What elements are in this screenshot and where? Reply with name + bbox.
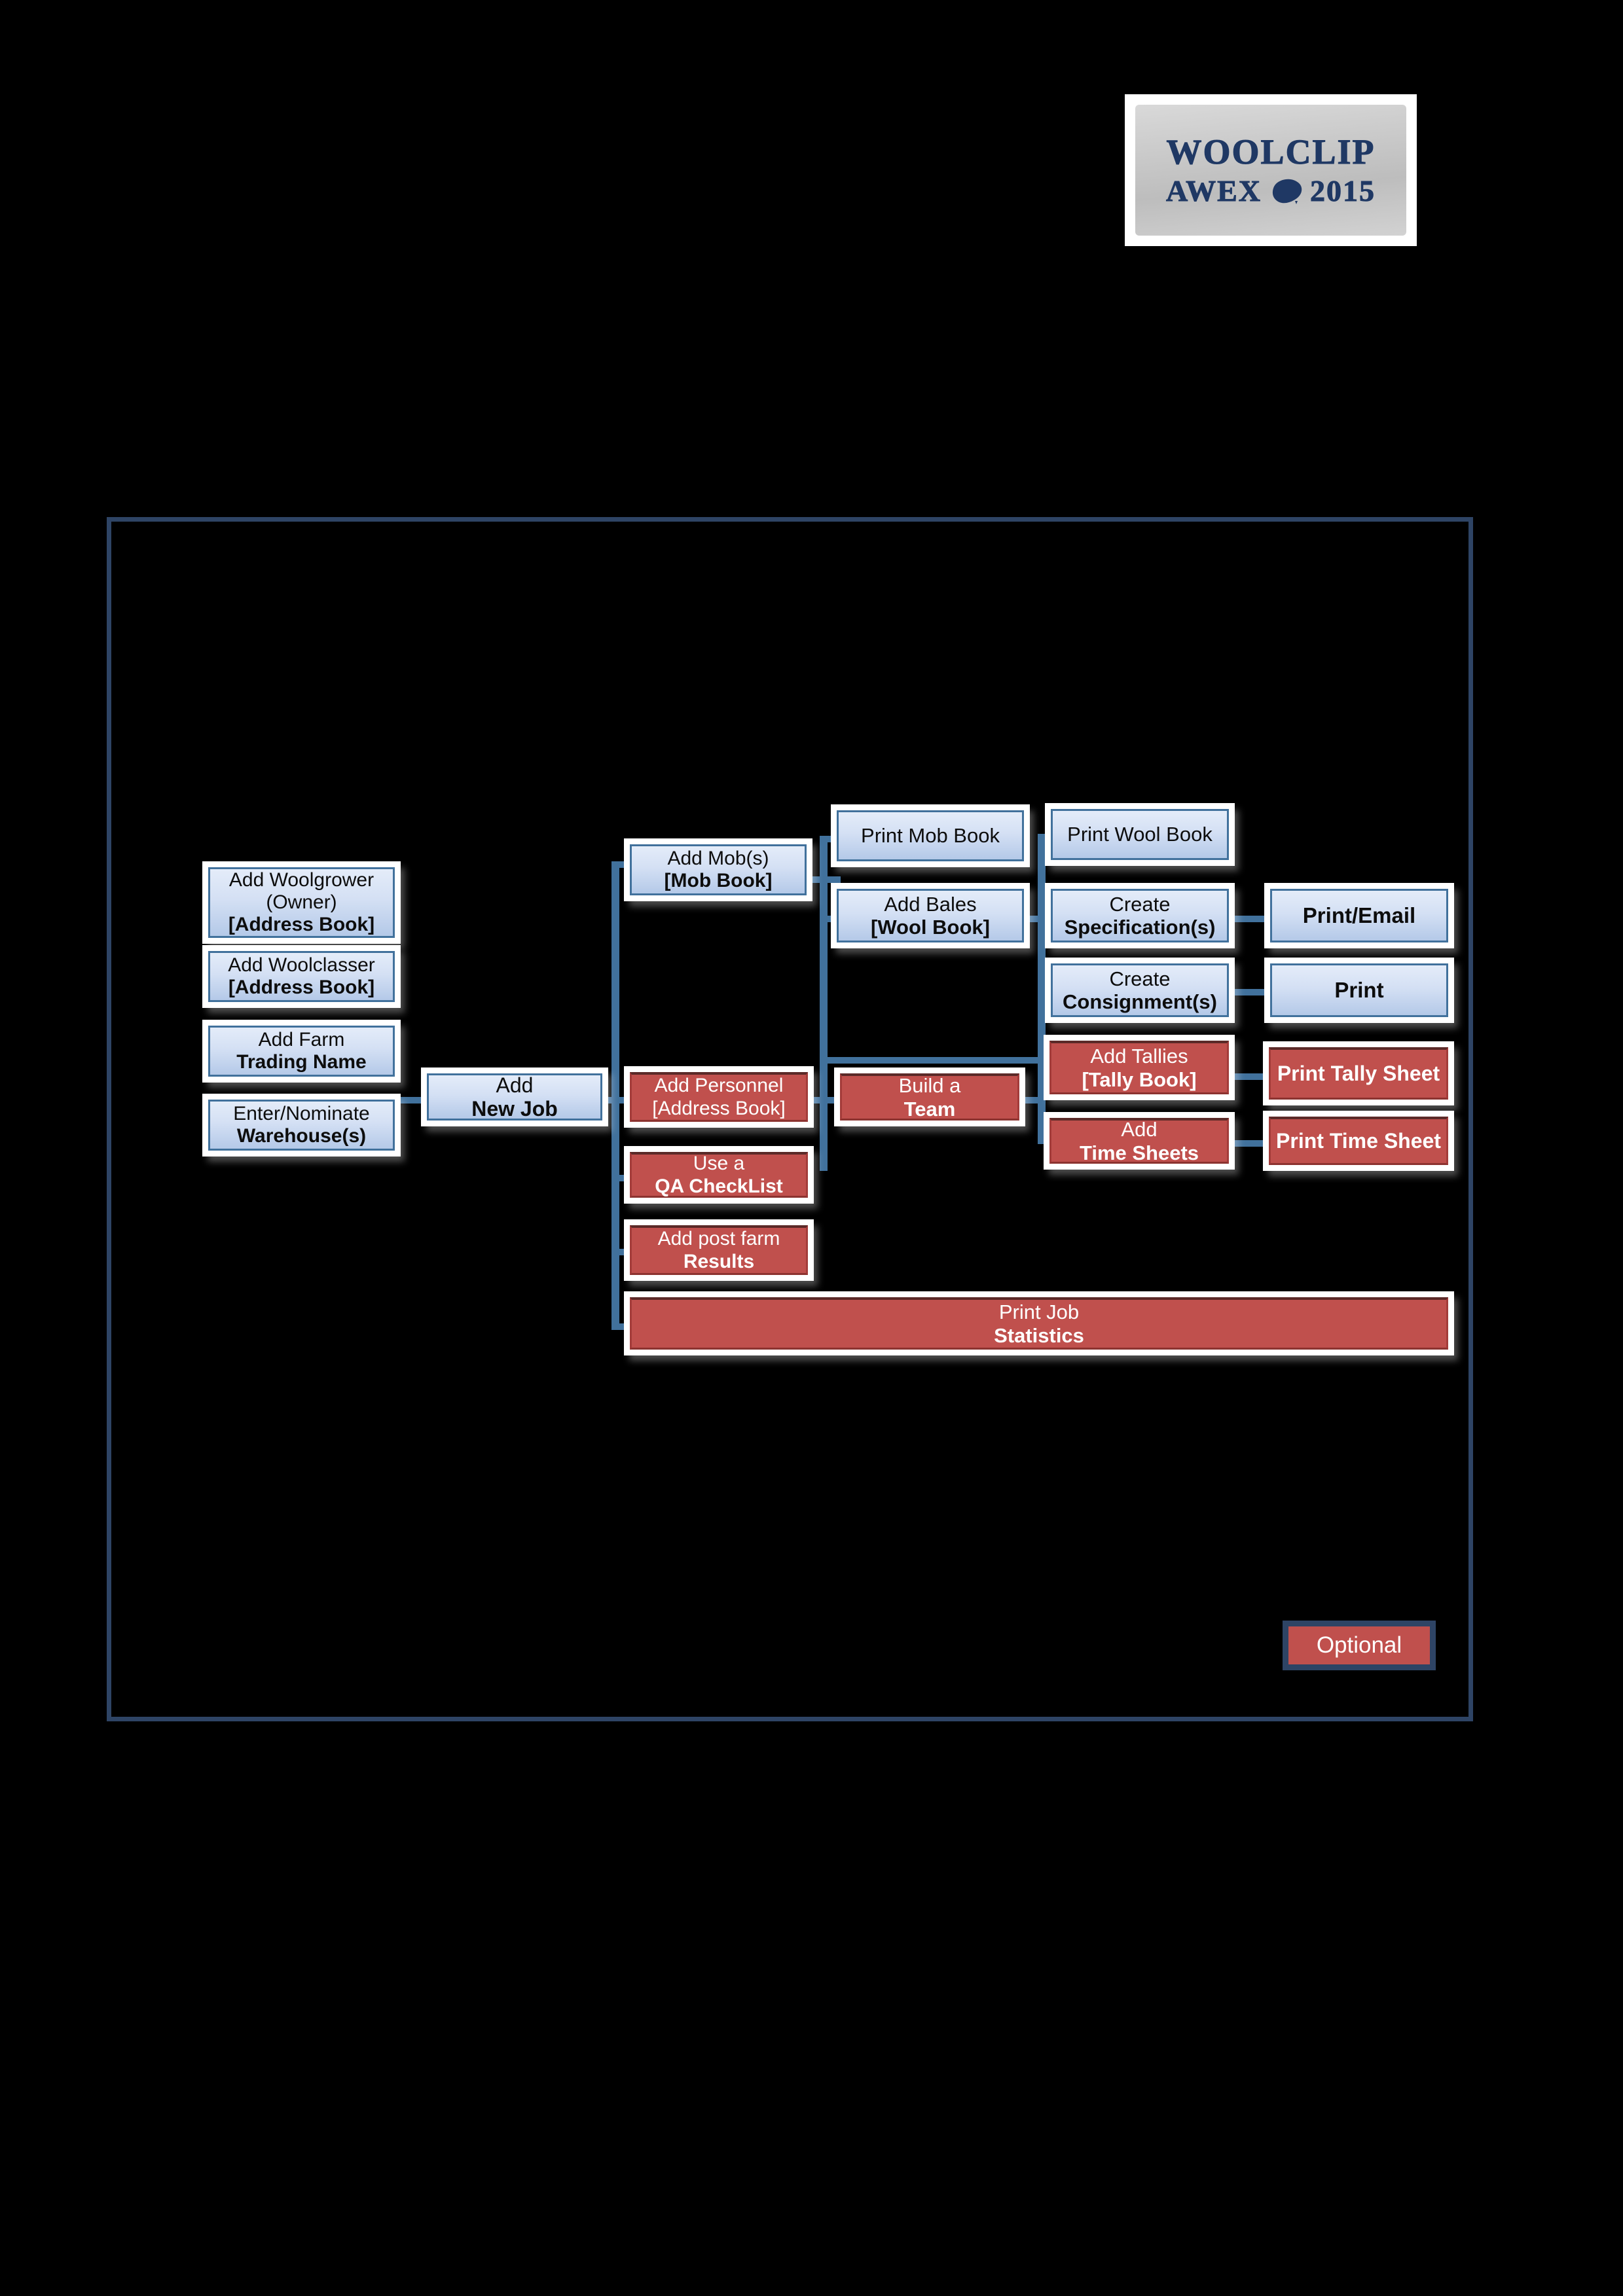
node-print-time-sheet[interactable]: Print Time Sheet [1269, 1117, 1448, 1165]
connector-personnel-to-team [807, 1097, 840, 1103]
node-print-email[interactable]: Print/Email [1270, 889, 1448, 942]
node-line: [Address Book] [228, 914, 375, 936]
australia-map-icon [1272, 179, 1302, 204]
node-line: Add Woolclasser [228, 954, 375, 976]
connector-bales-split-v [1038, 834, 1046, 1095]
logo-plate-face: WOOLCLIP AWEX 2015 [1135, 105, 1406, 236]
node-text-bold: Time Sheets [1079, 1141, 1199, 1164]
node-line: Print Job Statistics [994, 1300, 1084, 1347]
node-line: Add Bales [884, 892, 977, 916]
node-add-new-job[interactable]: Add New Job [427, 1073, 602, 1121]
node-line: Consignment(s) [1063, 990, 1217, 1013]
node-line: Print Mob Book [861, 824, 1000, 848]
node-text-plain: Add [1121, 1118, 1158, 1141]
connector-farm-to-newjob [393, 1097, 427, 1103]
connector-consignment-to-print [1231, 989, 1270, 996]
node-add-bales[interactable]: Add Bales [Wool Book] [837, 889, 1024, 942]
node-print[interactable]: Print [1270, 963, 1448, 1017]
node-line: [Wool Book] [871, 916, 990, 939]
logo-text-awex: AWEX [1165, 174, 1262, 207]
connector-mobs-down-to-tallies [820, 1057, 1054, 1064]
node-line: Add Mob(s) [667, 847, 769, 869]
connector-spec-to-printemail [1231, 916, 1270, 922]
legend-optional-label: Optional [1316, 1632, 1402, 1658]
node-line: Enter/Nominate [233, 1102, 370, 1124]
node-text-plain: Build a [898, 1074, 961, 1098]
node-line: Create [1109, 892, 1171, 916]
node-line: Print Tally Sheet [1277, 1062, 1440, 1086]
node-line: [Address Book] [228, 977, 375, 998]
node-line: Print Time Sheet [1276, 1129, 1441, 1153]
node-line: Add Tallies [1090, 1045, 1188, 1068]
node-text-bold: New Job [471, 1097, 558, 1121]
node-line: Add Time Sheets [1080, 1118, 1199, 1164]
node-line: Print/Email [1302, 903, 1416, 928]
node-add-tallies[interactable]: Add Tallies [Tally Book] [1049, 1041, 1229, 1094]
node-add-post-farm-results[interactable]: Add post farm Results [630, 1225, 808, 1275]
node-line: Add post farm [657, 1228, 780, 1250]
node-line: Add New Job [471, 1073, 558, 1121]
node-use-qa-checklist[interactable]: Use a QA CheckList [630, 1152, 808, 1198]
connector-timesheets-to-printtime [1230, 1140, 1269, 1147]
node-text-plain: Print Job [998, 1300, 1080, 1324]
node-create-specifications[interactable]: Create Specification(s) [1051, 889, 1229, 942]
node-enter-nominate-warehouse[interactable]: Enter/Nominate Warehouse(s) [208, 1100, 395, 1151]
node-line: Create [1109, 967, 1171, 990]
node-add-woolclasser[interactable]: Add Woolclasser [Address Book] [208, 951, 395, 1002]
node-text-bold: Statistics [994, 1323, 1084, 1347]
node-add-woolgrower[interactable]: Add Woolgrower (Owner) [Address Book] [208, 867, 395, 938]
logo-text-awex-2015: AWEX 2015 [1165, 174, 1376, 207]
connector-mobs-split-v [820, 836, 828, 1171]
node-text-bold: Team [903, 1097, 956, 1121]
node-print-tally-sheet[interactable]: Print Tally Sheet [1269, 1047, 1448, 1100]
node-line: Add Personnel [654, 1075, 784, 1097]
connector-tallies-to-printtally [1230, 1073, 1269, 1080]
woolclip-logo: WOOLCLIP AWEX 2015 [1125, 94, 1417, 246]
node-text-plain: Add Farm [258, 1028, 345, 1050]
node-text-plain: Use a [693, 1153, 745, 1175]
node-line: [Address Book] [652, 1097, 786, 1119]
connector-main-trunk [611, 861, 619, 1330]
node-line: Print Wool Book [1067, 823, 1213, 846]
node-add-mobs[interactable]: Add Mob(s) [Mob Book] [630, 844, 807, 895]
node-text-plain: Add [496, 1073, 534, 1097]
node-add-personnel[interactable]: Add Personnel [Address Book] [630, 1072, 808, 1122]
logo-text-2015: 2015 [1310, 174, 1376, 207]
node-line: Add Woolgrower [228, 869, 374, 891]
node-add-farm-trading-name[interactable]: Add Farm Trading Name [208, 1026, 395, 1077]
node-line: Add Farm Trading Name [236, 1029, 366, 1073]
node-line: (Owner) [266, 891, 337, 913]
logo-text-woolclip: WOOLCLIP [1166, 132, 1376, 171]
node-build-a-team[interactable]: Build a Team [840, 1073, 1019, 1121]
node-line: [Mob Book] [664, 870, 773, 891]
node-line: Print [1334, 978, 1384, 1003]
node-print-mob-book[interactable]: Print Mob Book [837, 810, 1024, 861]
node-print-wool-book[interactable]: Print Wool Book [1051, 809, 1229, 860]
node-line: [Tally Book] [1082, 1067, 1197, 1091]
connector-team-split-v [1038, 1071, 1046, 1144]
node-text-bold: QA CheckList [655, 1175, 783, 1197]
node-line: Use a QA CheckList [655, 1153, 783, 1197]
node-line: Build a Team [899, 1074, 961, 1121]
node-text-bold: Trading Name [236, 1051, 367, 1073]
legend-optional-badge: Optional [1283, 1621, 1436, 1670]
node-add-time-sheets[interactable]: Add Time Sheets [1049, 1118, 1229, 1164]
node-print-job-statistics[interactable]: Print Job Statistics [630, 1297, 1448, 1350]
node-line: Results [683, 1250, 755, 1272]
node-create-consignments[interactable]: Create Consignment(s) [1051, 963, 1229, 1017]
node-line: Specification(s) [1064, 916, 1216, 939]
node-line: Warehouse(s) [236, 1125, 367, 1147]
